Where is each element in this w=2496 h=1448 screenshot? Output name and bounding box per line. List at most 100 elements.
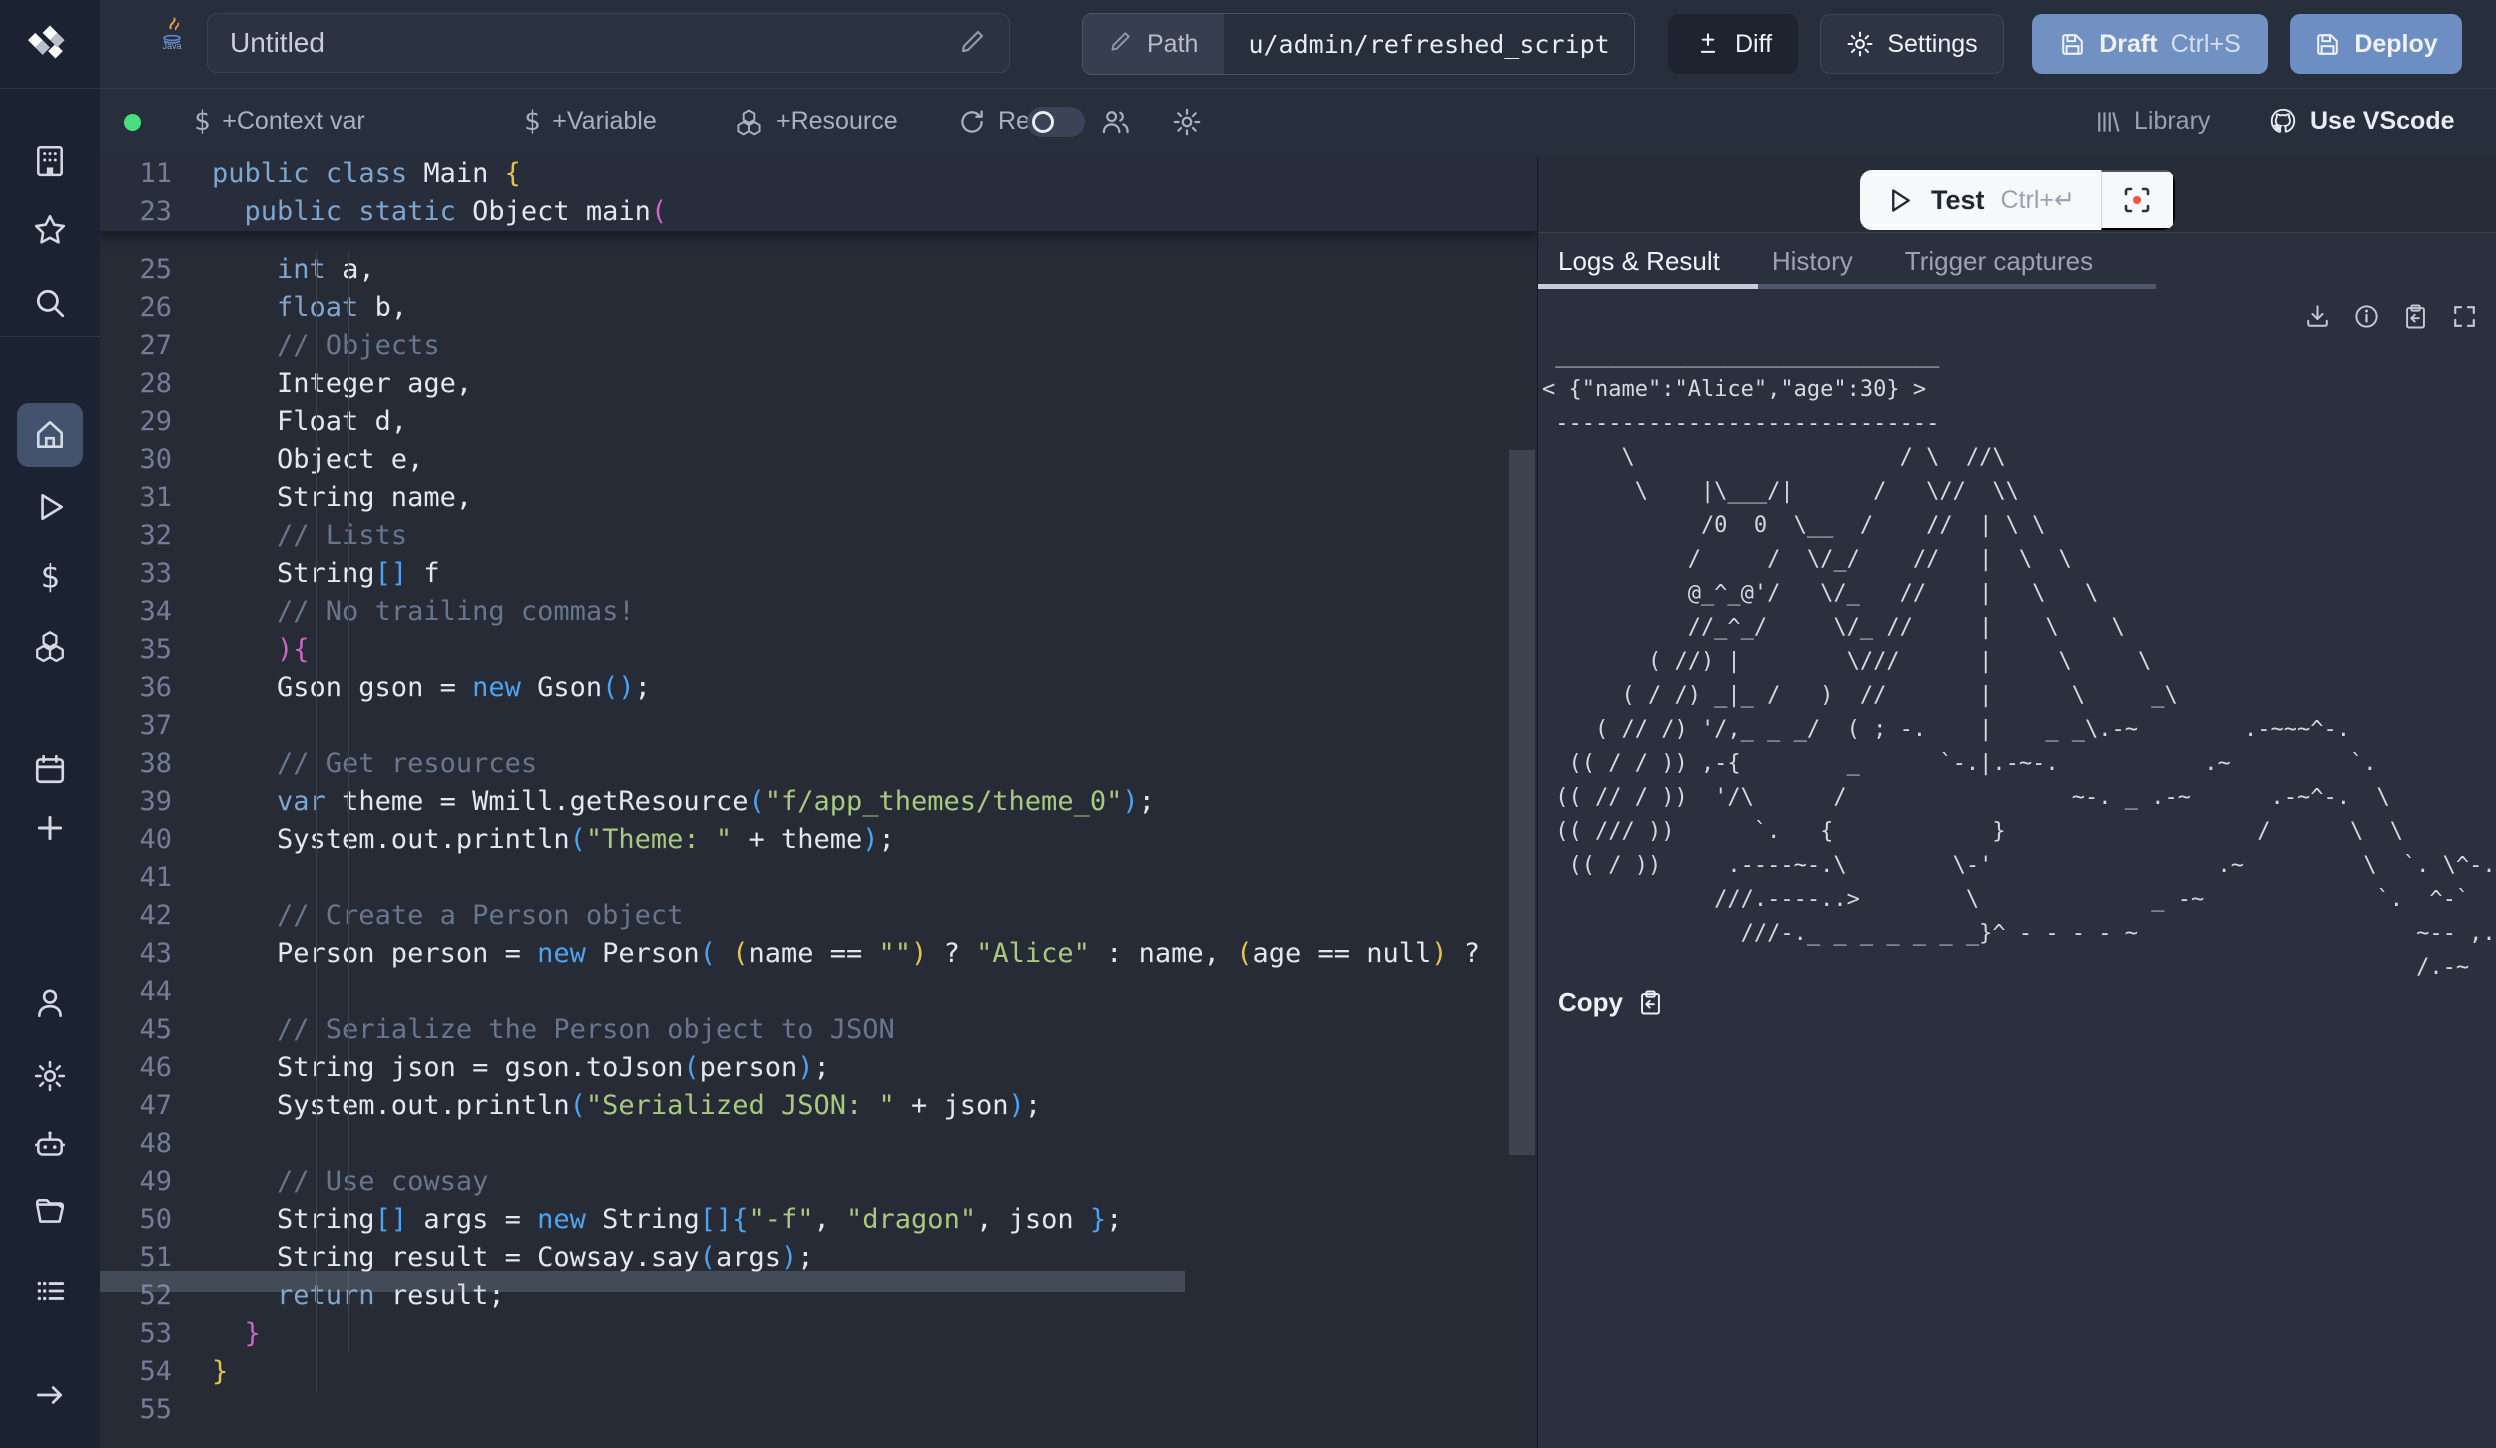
library-button[interactable]: Library [2088, 89, 2216, 154]
audit-logs-icon [33, 1274, 67, 1308]
path-field[interactable]: Path u/admin/refreshed_script [1082, 13, 1635, 75]
code-line-55[interactable]: 55 [100, 1391, 1537, 1429]
path-label: Path [1147, 30, 1198, 59]
line-number: 36 [100, 669, 172, 707]
line-number: 33 [100, 555, 172, 593]
add-resource-button[interactable]: +Resource [728, 89, 904, 154]
sidebar-item-schedules[interactable] [0, 737, 100, 801]
sidebar-item-user[interactable] [0, 971, 100, 1035]
tab-history[interactable]: History [1772, 246, 1853, 277]
sidebar-item-search[interactable] [0, 271, 100, 335]
sidebar-item-audit-logs[interactable] [0, 1259, 100, 1323]
copy-result-button[interactable]: Copy [1558, 987, 1664, 1018]
assistant-toggle[interactable] [1027, 107, 1085, 137]
capture-test-button[interactable] [2101, 170, 2175, 230]
workspace-icon [33, 143, 67, 177]
sidebar-item-home[interactable] [0, 403, 100, 467]
code-line-23[interactable]: 23 public static Object main( [100, 193, 1537, 231]
line-number: 47 [100, 1087, 172, 1125]
sidebar-item-resources[interactable] [0, 613, 100, 677]
workers-icon [33, 1129, 67, 1163]
tab-logs-result[interactable]: Logs & Result [1558, 246, 1720, 277]
sidebar-item-workers[interactable] [0, 1114, 100, 1178]
line-number: 32 [100, 517, 172, 555]
save-icon [2059, 31, 2086, 58]
windmill-logo[interactable] [0, 10, 100, 74]
info-icon[interactable] [2353, 303, 2380, 335]
status-dot [124, 114, 141, 131]
resources-icon [33, 628, 67, 662]
edit-name-pencil-icon[interactable] [959, 27, 987, 60]
draft-button[interactable]: Draft Ctrl+S [2032, 14, 2268, 74]
library-label: Library [2134, 107, 2210, 136]
sidebar-item-runs[interactable] [0, 475, 100, 539]
schedules-icon [33, 752, 67, 786]
draft-label: Draft [2099, 30, 2157, 59]
dollar-icon: $ [194, 106, 210, 137]
line-number: 31 [100, 479, 172, 517]
sticky-scroll-lines[interactable]: 11public class Main {23 public static Ob… [100, 155, 1537, 231]
diff-button[interactable]: Diff [1668, 14, 1798, 74]
test-shortcut: Ctrl+↵ [2001, 185, 2075, 215]
collaborators-icon[interactable] [1100, 89, 1131, 154]
editor-horizontal-scrollbar[interactable] [100, 1271, 1185, 1292]
settings-label: Settings [1887, 30, 1977, 59]
sidebar-item-favorites[interactable] [0, 198, 100, 262]
editor-settings-gear-icon[interactable] [1172, 89, 1202, 154]
line-number: 42 [100, 897, 172, 935]
line-number: 53 [100, 1315, 172, 1353]
settings-icon [33, 1059, 67, 1093]
favorites-icon [33, 213, 67, 247]
editor-vertical-scrollbar[interactable] [1509, 450, 1535, 1155]
settings-button[interactable]: Settings [1820, 14, 2004, 74]
sidebar-item-variables[interactable] [0, 546, 100, 610]
save-icon [2314, 31, 2341, 58]
line-number: 25 [100, 251, 172, 289]
test-label: Test [1931, 185, 1985, 216]
add-variable-button[interactable]: $ +Variable [518, 89, 663, 154]
library-icon [2094, 108, 2122, 136]
java-language-icon: Java [144, 16, 200, 55]
clipboard-icon[interactable] [2402, 303, 2429, 335]
editor-toolbar: $ +Context var $ +Variable +Resource Res… [100, 89, 2496, 156]
add-context-var-button[interactable]: $ +Context var [188, 89, 371, 154]
sidebar-item-settings[interactable] [0, 1044, 100, 1108]
code-line-11[interactable]: 11public class Main { [100, 155, 1537, 193]
deploy-button[interactable]: Deploy [2290, 14, 2462, 74]
active-tab-underline [1538, 284, 1758, 289]
line-number: 40 [100, 821, 172, 859]
use-vscode-button[interactable]: Use VScode [2262, 89, 2461, 154]
fullscreen-icon[interactable] [2451, 303, 2478, 335]
line-number: 43 [100, 935, 172, 973]
line-number: 28 [100, 365, 172, 403]
home-icon [33, 418, 67, 452]
use-vscode-label: Use VScode [2310, 107, 2455, 136]
line-number: 46 [100, 1049, 172, 1087]
package-icon [734, 107, 764, 137]
line-number: 38 [100, 745, 172, 783]
test-button-group: Test Ctrl+↵ [1860, 170, 2175, 230]
path-edit-button[interactable]: Path [1083, 14, 1224, 74]
sidebar-item-add[interactable] [0, 796, 100, 860]
preview-panel: Test Ctrl+↵ Logs & Result History Trigger … [1537, 155, 2496, 1448]
sidebar-item-folders[interactable] [0, 1180, 100, 1244]
line-number: 48 [100, 1125, 172, 1163]
add-icon [33, 811, 67, 845]
sidebar-item-expand[interactable] [0, 1363, 100, 1427]
line-number: 45 [100, 1011, 172, 1049]
line-number: 55 [100, 1391, 172, 1429]
test-button[interactable]: Test Ctrl+↵ [1860, 170, 2101, 230]
sidebar-divider [0, 336, 100, 337]
script-name: Untitled [230, 27, 959, 59]
add-context-var-label: +Context var [222, 107, 364, 136]
sidebar-item-workspace[interactable] [0, 128, 100, 192]
copy-label: Copy [1558, 987, 1623, 1018]
runs-icon [33, 490, 67, 524]
tab-trigger-captures[interactable]: Trigger captures [1905, 246, 2093, 277]
deploy-label: Deploy [2354, 30, 2437, 59]
path-value[interactable]: u/admin/refreshed_script [1224, 14, 1633, 74]
script-name-input[interactable]: Untitled [207, 13, 1010, 73]
download-icon[interactable] [2304, 303, 2331, 335]
indent-guide [348, 251, 349, 1351]
code-editor[interactable]: 25 int a,26 float b,27 // Objects28 Inte… [100, 155, 1537, 1448]
